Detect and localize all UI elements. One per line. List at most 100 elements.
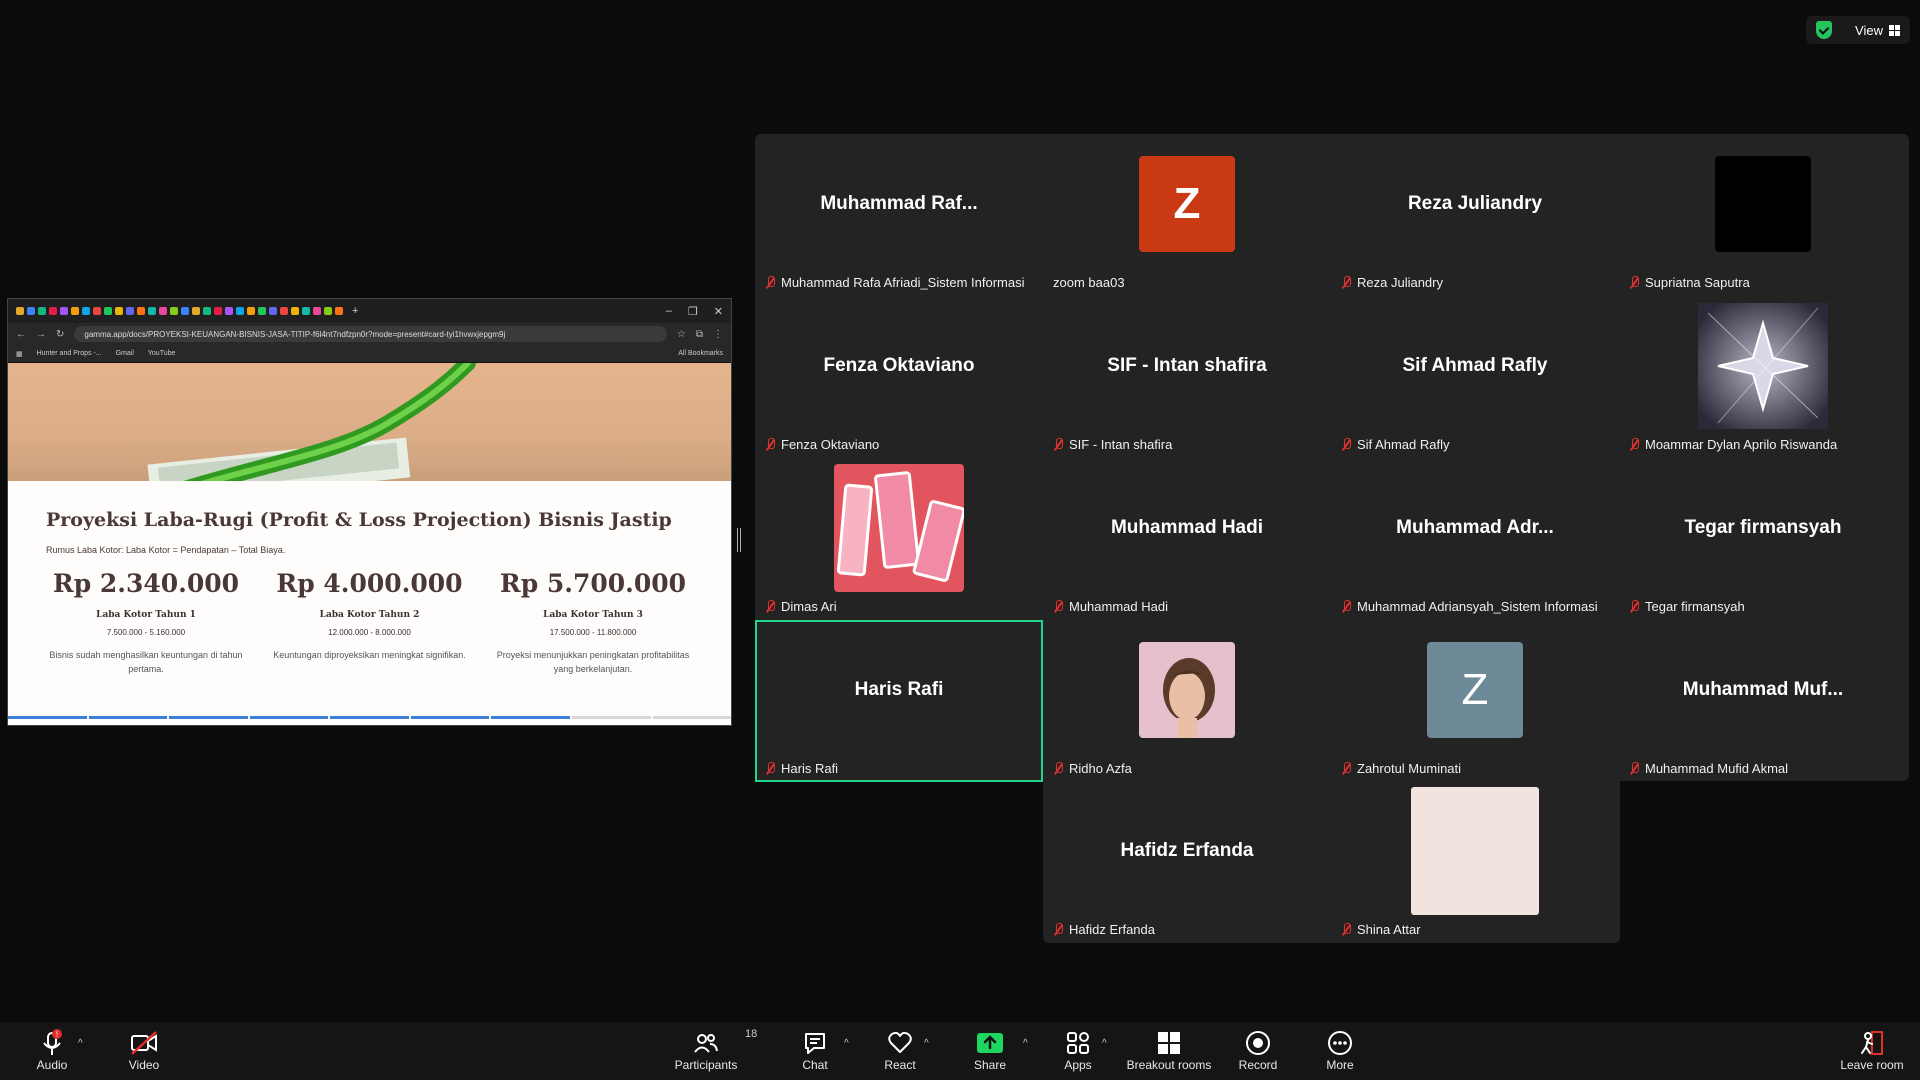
- tab-favicon-icon[interactable]: [269, 307, 277, 315]
- participant-tile[interactable]: Moammar Dylan Aprilo Riswanda: [1619, 296, 1907, 458]
- participant-display-name: Sif Ahmad Rafly: [1402, 355, 1548, 376]
- apps-grid-icon[interactable]: ▦: [16, 350, 23, 358]
- tab-favicon-icon[interactable]: [280, 307, 288, 315]
- meeting-toolbar: ! Audio ^ Video 18 Participants Chat ^ R…: [0, 1022, 1920, 1080]
- participant-display-name: Hafidz Erfanda: [1120, 840, 1254, 861]
- tab-favicon-icon[interactable]: [324, 307, 332, 315]
- tab-favicon-icon[interactable]: [170, 307, 178, 315]
- mic-muted-icon: [765, 762, 775, 775]
- apps-button[interactable]: Apps: [1038, 1028, 1118, 1072]
- chat-button[interactable]: Chat: [775, 1028, 855, 1072]
- restore-icon[interactable]: ❐: [688, 305, 698, 318]
- tab-favicon-icon[interactable]: [247, 307, 255, 315]
- apps-options-caret-icon[interactable]: ^: [1102, 1038, 1107, 1049]
- participant-tile[interactable]: Muhammad Muf... Muhammad Mufid Akmal: [1619, 620, 1907, 782]
- participant-name: Sif Ahmad Rafly: [1357, 437, 1450, 452]
- participant-tile[interactable]: Muhammad Raf... Muhammad Rafa Afriadi_Si…: [755, 134, 1043, 296]
- forward-icon[interactable]: →: [36, 329, 46, 340]
- tab-favicon-icon[interactable]: [93, 307, 101, 315]
- share-button[interactable]: Share: [950, 1028, 1030, 1072]
- participant-tile[interactable]: Z zoom baa03: [1043, 134, 1331, 296]
- participant-tile[interactable]: Z Zahrotul Muminati: [1331, 620, 1619, 782]
- bookmark-item[interactable]: YouTube: [148, 350, 176, 357]
- leave-room-button[interactable]: Leave room: [1832, 1028, 1912, 1072]
- close-icon[interactable]: ✕: [714, 305, 723, 318]
- tab-favicon-icon[interactable]: [203, 307, 211, 315]
- tab-favicon-icon[interactable]: [291, 307, 299, 315]
- participant-tile[interactable]: Supriatna Saputra: [1619, 134, 1907, 296]
- bookmark-item[interactable]: Hunter and Props -...: [37, 350, 102, 357]
- tab-favicon-icon[interactable]: [115, 307, 123, 315]
- participant-avatar-wrap: Z: [1043, 134, 1331, 274]
- page-title: Proyeksi Laba-Rugi (Profit & Loss Projec…: [46, 509, 672, 531]
- tab-favicon-icon[interactable]: [49, 307, 57, 315]
- tab-favicon-icon[interactable]: [335, 307, 343, 315]
- tab-favicon-icon[interactable]: [181, 307, 189, 315]
- react-options-caret-icon[interactable]: ^: [924, 1038, 929, 1049]
- audio-button[interactable]: ! Audio: [12, 1028, 92, 1072]
- back-icon[interactable]: ←: [16, 329, 26, 340]
- tab-favicon-icon[interactable]: [214, 307, 222, 315]
- tab-favicon-icon[interactable]: [104, 307, 112, 315]
- participant-name: Shina Attar: [1357, 922, 1421, 937]
- tab-favicon-icon[interactable]: [71, 307, 79, 315]
- participant-tile[interactable]: Sif Ahmad Rafly Sif Ahmad Rafly: [1331, 296, 1619, 458]
- avatar: Z: [1139, 156, 1235, 252]
- star-icon[interactable]: ☆: [677, 329, 686, 340]
- tab-favicon-icon[interactable]: [38, 307, 46, 315]
- participant-tile[interactable]: Dimas Ari: [755, 458, 1043, 620]
- tab-favicon-icon[interactable]: [60, 307, 68, 315]
- all-bookmarks[interactable]: All Bookmarks: [678, 350, 723, 357]
- chat-options-caret-icon[interactable]: ^: [844, 1038, 849, 1049]
- audio-options-caret-icon[interactable]: ^: [78, 1038, 83, 1049]
- participant-tile[interactable]: Fenza Oktaviano Fenza Oktaviano: [755, 296, 1043, 458]
- tab-favicon-icon[interactable]: [137, 307, 145, 315]
- menu-icon[interactable]: ⋮: [713, 329, 723, 340]
- tab-favicon-icon[interactable]: [16, 307, 24, 315]
- breakout-rooms-button[interactable]: Breakout rooms: [1124, 1028, 1214, 1072]
- more-button[interactable]: More: [1300, 1028, 1380, 1072]
- view-button[interactable]: View: [1855, 23, 1900, 38]
- tab-favicon-icon[interactable]: [236, 307, 244, 315]
- react-button[interactable]: React: [860, 1028, 940, 1072]
- participant-tile-active-speaker[interactable]: Haris Rafi Haris Rafi: [755, 620, 1043, 782]
- participant-tile[interactable]: SIF - Intan shafira SIF - Intan shafira: [1043, 296, 1331, 458]
- tab-favicon-icon[interactable]: [159, 307, 167, 315]
- participant-tile[interactable]: Muhammad Hadi Muhammad Hadi: [1043, 458, 1331, 620]
- profit-cards: Rp 2.340.000 Laba Kotor Tahun 1 7.500.00…: [46, 569, 693, 676]
- tab-favicon-icon[interactable]: [82, 307, 90, 315]
- participant-tile[interactable]: Hafidz Erfanda Hafidz Erfanda: [1043, 781, 1331, 943]
- participant-tile[interactable]: Reza Juliandry Reza Juliandry: [1331, 134, 1619, 296]
- tab-favicon-icon[interactable]: [126, 307, 134, 315]
- participant-tile[interactable]: Shina Attar: [1331, 781, 1619, 943]
- participant-name: Muhammad Mufid Akmal: [1645, 761, 1789, 776]
- split-divider-handle[interactable]: [737, 528, 741, 552]
- card-value: Rp 2.340.000: [52, 569, 240, 598]
- record-button[interactable]: Record: [1218, 1028, 1298, 1072]
- bookmark-item[interactable]: Gmail: [116, 350, 134, 357]
- card-description: Proyeksi menunjukkan peningkatan profita…: [496, 650, 690, 674]
- tab-favicon-icon[interactable]: [225, 307, 233, 315]
- tab-favicon-icon[interactable]: [258, 307, 266, 315]
- video-button[interactable]: Video: [104, 1028, 184, 1072]
- participant-tile[interactable]: Ridho Azfa: [1043, 620, 1331, 782]
- tab-favicon-icon[interactable]: [148, 307, 156, 315]
- security-shield-icon[interactable]: [1816, 21, 1832, 39]
- participant-avatar-wrap: [1331, 781, 1619, 921]
- tab-favicon-icon[interactable]: [27, 307, 35, 315]
- tab-favicon-icon[interactable]: [192, 307, 200, 315]
- reload-icon[interactable]: ↻: [56, 329, 64, 340]
- tab-favicon-icon[interactable]: [313, 307, 321, 315]
- url-field[interactable]: gamma.app/docs/PROYEKSI-KEUANGAN-BISNIS-…: [74, 326, 667, 342]
- new-tab-icon[interactable]: +: [352, 305, 358, 317]
- browser-tab-strip: + – ❐ ✕: [8, 299, 731, 323]
- share-options-caret-icon[interactable]: ^: [1023, 1038, 1028, 1049]
- minimize-icon[interactable]: –: [666, 305, 672, 318]
- extensions-icon[interactable]: ⧉: [696, 329, 703, 340]
- participants-button[interactable]: 18 Participants: [666, 1028, 758, 1072]
- mic-muted-icon: [1053, 923, 1063, 936]
- tab-favicon-icon[interactable]: [302, 307, 310, 315]
- participant-tile[interactable]: Tegar firmansyah Tegar firmansyah: [1619, 458, 1907, 620]
- participant-tile[interactable]: Muhammad Adr... Muhammad Adriansyah_Sist…: [1331, 458, 1619, 620]
- participant-name: Ridho Azfa: [1069, 761, 1132, 776]
